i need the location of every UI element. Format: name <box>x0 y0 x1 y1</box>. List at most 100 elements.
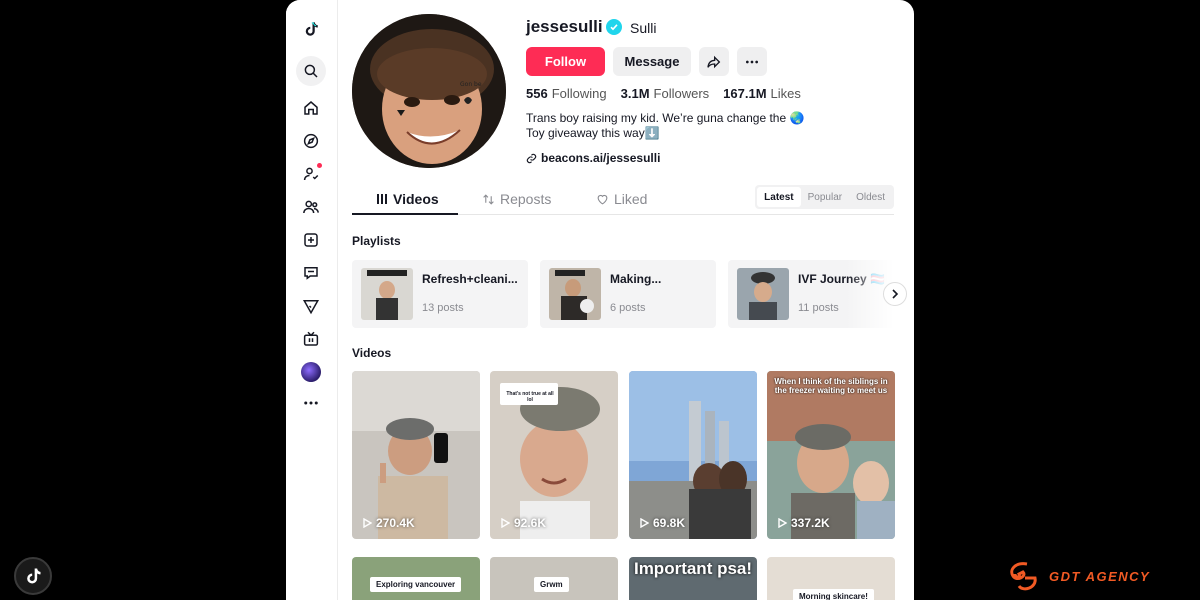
share-icon <box>707 55 721 68</box>
video-views: 69.8K <box>639 516 685 530</box>
left-icon-rail <box>286 0 338 600</box>
sort-latest[interactable]: Latest <box>757 187 801 207</box>
playlist-count: 6 posts <box>610 302 646 314</box>
svg-text:Gon be: Gon be <box>460 81 482 88</box>
tab-label: Reposts <box>500 191 552 207</box>
stat-label: Following <box>551 86 607 101</box>
chevron-right-icon <box>892 289 899 299</box>
video-views: 92.6K <box>500 516 546 530</box>
play-icon <box>778 518 787 528</box>
tiktok-logo-icon[interactable] <box>298 16 324 42</box>
username: jessesulli <box>526 17 603 36</box>
profile-avatar: Gon be <box>352 14 506 168</box>
video-views: 270.4K <box>362 516 415 530</box>
video-views-count: 92.6K <box>514 516 547 530</box>
link-icon <box>526 153 537 163</box>
heart-icon <box>597 194 608 204</box>
live-icon[interactable] <box>298 326 324 352</box>
playlist-thumbnail <box>361 268 413 320</box>
upload-icon[interactable] <box>298 227 324 253</box>
video-caption: That's not true at all lol <box>506 391 554 403</box>
messages-icon[interactable] <box>298 260 324 286</box>
video-card[interactable]: 69.8K <box>629 371 757 539</box>
following-icon[interactable] <box>298 161 324 187</box>
tab-label: Liked <box>614 191 648 207</box>
profile-stats: 556 Following 3.1M Followers 167.1M Likes <box>526 86 801 101</box>
more-icon[interactable] <box>298 390 324 416</box>
video-caption: Grwm <box>534 577 569 592</box>
gdt-logo-icon <box>1010 562 1037 591</box>
playlist-card[interactable]: Refresh+cleani... 13 posts <box>352 260 528 328</box>
video-card[interactable]: 270.4K <box>352 371 480 539</box>
playlist-card[interactable]: Making... 6 posts <box>540 260 716 328</box>
follow-button[interactable]: Follow <box>526 47 605 76</box>
playlist-name: Refresh+cleani... <box>422 272 518 286</box>
video-card[interactable]: Important psa! <box>629 557 757 600</box>
video-views-count: 270.4K <box>376 516 415 530</box>
video-views: 337.2K <box>777 516 830 530</box>
video-card[interactable]: When I think of the siblings in the free… <box>767 371 895 539</box>
video-caption: Morning skincare! <box>793 589 874 600</box>
tab-label: Videos <box>393 191 439 207</box>
video-caption: Exploring vancouver <box>370 577 462 592</box>
stat-label: Likes <box>770 86 801 101</box>
stat-likes: 167.1M Likes <box>723 86 801 101</box>
stat-value: 167.1M <box>723 86 767 101</box>
sort-oldest[interactable]: Oldest <box>849 187 892 207</box>
playlist-count: 13 posts <box>422 302 464 314</box>
playlist-name: Making... <box>610 272 662 286</box>
video-card[interactable]: Grwm <box>490 557 618 600</box>
stat-value: 3.1M <box>620 86 650 101</box>
stat-value: 556 <box>526 86 548 101</box>
verified-badge-icon <box>606 19 622 35</box>
video-card[interactable]: Exploring vancouver <box>352 557 480 600</box>
inbox-icon[interactable] <box>298 293 324 319</box>
bio-line: Trans boy raising my kid. We’re guna cha… <box>526 111 805 125</box>
playlist-thumbnail <box>737 268 789 320</box>
tiktok-profile-window: Gon be jessesulli Sulli Follow Message 5… <box>286 0 914 600</box>
ellipsis-icon <box>746 60 758 63</box>
video-card[interactable]: That's not true at all lol 92.6K <box>490 371 618 539</box>
video-card[interactable]: Morning skincare! <box>767 557 895 600</box>
play-icon <box>363 518 372 528</box>
sort-toggle: Latest Popular Oldest <box>755 185 894 209</box>
profile-bio: Trans boy raising my kid. We’re guna cha… <box>526 111 826 141</box>
gdt-agency-watermark: GDT AGENCY <box>1005 560 1150 592</box>
notification-dot <box>317 163 322 168</box>
tab-reposts[interactable]: Reposts <box>482 191 551 207</box>
play-icon <box>501 518 510 528</box>
tab-liked[interactable]: Liked <box>596 191 647 207</box>
home-icon[interactable] <box>298 95 324 121</box>
stat-followers[interactable]: 3.1M Followers <box>621 86 710 101</box>
search-icon[interactable] <box>296 56 326 86</box>
profile-avatar-icon[interactable] <box>298 359 324 385</box>
more-options-button[interactable] <box>737 47 767 76</box>
playlists-heading: Playlists <box>352 234 401 248</box>
repost-icon <box>483 193 494 205</box>
active-tab-indicator <box>352 213 458 215</box>
playlist-next-button[interactable] <box>883 282 907 306</box>
tab-videos[interactable]: Videos <box>376 191 439 207</box>
tiktok-watermark-icon <box>14 557 52 595</box>
message-button[interactable]: Message <box>613 47 691 76</box>
playlist-thumbnail <box>549 268 601 320</box>
explore-icon[interactable] <box>298 128 324 154</box>
video-caption: When I think of the siblings in the free… <box>774 377 888 395</box>
nickname: Sulli <box>630 20 657 36</box>
video-caption: Important psa! <box>633 559 753 578</box>
video-views-count: 69.8K <box>653 516 686 530</box>
grid-icon <box>377 194 387 204</box>
gdt-brand-text: GDT AGENCY <box>1049 568 1151 584</box>
profile-link[interactable]: beacons.ai/jessesulli <box>526 151 660 165</box>
friends-icon[interactable] <box>298 194 324 220</box>
link-text: beacons.ai/jessesulli <box>541 151 661 165</box>
sort-popular[interactable]: Popular <box>801 187 849 207</box>
video-views-count: 337.2K <box>791 516 830 530</box>
playlist-count: 11 posts <box>798 302 839 314</box>
stat-following[interactable]: 556 Following <box>526 86 607 101</box>
videos-heading: Videos <box>352 346 392 360</box>
play-icon <box>640 518 649 528</box>
bio-line: Toy giveaway this way⬇️ <box>526 126 660 140</box>
share-button[interactable] <box>699 47 729 76</box>
profile-tabs: Videos Reposts Liked Latest Popular Olde… <box>352 185 894 215</box>
